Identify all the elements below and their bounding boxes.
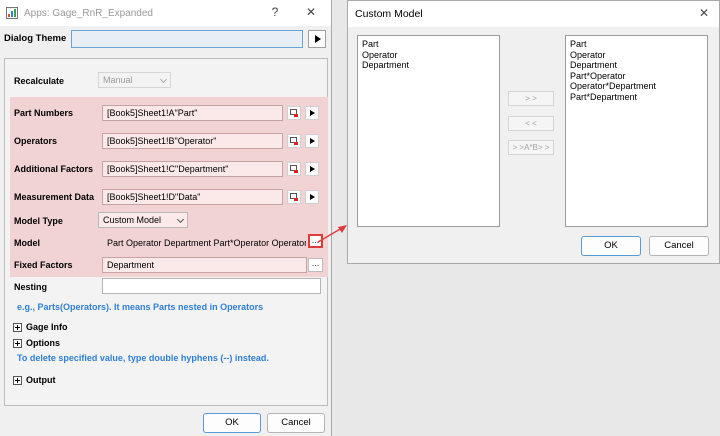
list-item[interactable]: Operator: [570, 50, 703, 61]
custom-model-dialog: Custom Model ✕ Part Operator Department …: [347, 0, 720, 264]
custom-model-ok-button[interactable]: OK: [581, 236, 641, 256]
left-dialog-title: Apps: Gage_RnR_Expanded: [24, 8, 153, 19]
list-item[interactable]: Part: [570, 39, 703, 50]
recalculate-label: Recalculate: [14, 76, 65, 86]
custom-model-cancel-button[interactable]: Cancel: [649, 236, 709, 256]
options-node[interactable]: Options: [13, 338, 60, 348]
remove-term-button[interactable]: < <: [508, 116, 554, 131]
recalculate-select: Manual: [98, 72, 171, 88]
add-interaction-button[interactable]: > >A*B> >: [508, 140, 554, 155]
fixed-factors-button[interactable]: ...: [308, 258, 323, 272]
measurement-data-label: Measurement Data: [14, 192, 95, 202]
dialog-theme-label: Dialog Theme: [4, 33, 67, 44]
measurement-data-input[interactable]: [Book5]Sheet1!D"Data": [102, 189, 283, 205]
part-numbers-label: Part Numbers: [14, 108, 74, 118]
chevron-down-icon: [159, 75, 168, 84]
app-icon: [6, 7, 18, 19]
fixed-factors-input[interactable]: Department: [102, 257, 307, 273]
cancel-button[interactable]: Cancel: [267, 413, 325, 433]
list-item[interactable]: Part: [362, 39, 495, 50]
expand-icon[interactable]: [13, 338, 22, 348]
list-item[interactable]: Part*Operator: [570, 71, 703, 82]
additional-factors-input[interactable]: [Book5]Sheet1!C"Department": [102, 161, 283, 177]
options-label: Options: [26, 338, 60, 348]
callout-arrow: [317, 225, 347, 243]
left-titlebar[interactable]: Apps: Gage_RnR_Expanded ? ✕: [0, 0, 331, 26]
measurement-data-menu-button[interactable]: [305, 190, 319, 204]
settings-panel: Recalculate Manual Part Numbers [Book5]S…: [4, 58, 328, 406]
model-type-value: Custom Model: [103, 215, 162, 225]
right-titlebar[interactable]: Custom Model ✕: [348, 1, 719, 27]
output-node[interactable]: Output: [13, 375, 56, 385]
select-range-icon[interactable]: [287, 162, 301, 176]
model-label: Model: [14, 238, 40, 248]
list-item[interactable]: Part*Department: [570, 92, 703, 103]
list-item[interactable]: Department: [362, 60, 495, 71]
select-range-icon[interactable]: [287, 134, 301, 148]
help-icon[interactable]: ?: [266, 5, 284, 19]
additional-factors-menu-button[interactable]: [305, 162, 319, 176]
expand-icon[interactable]: [13, 322, 22, 332]
chevron-down-icon: [176, 215, 185, 224]
nesting-input[interactable]: [102, 278, 321, 294]
right-dialog-title: Custom Model: [355, 8, 423, 20]
delete-hint: To delete specified value, type double h…: [17, 353, 269, 363]
gage-rnr-dialog: Apps: Gage_RnR_Expanded ? ✕ Dialog Theme…: [0, 0, 332, 436]
model-terms-list[interactable]: Part Operator Department Part*Operator O…: [565, 35, 708, 227]
operators-input[interactable]: [Book5]Sheet1!B"Operator": [102, 133, 283, 149]
close-icon[interactable]: ✕: [695, 6, 713, 20]
list-item[interactable]: Operator*Department: [570, 81, 703, 92]
ok-button[interactable]: OK: [203, 413, 261, 433]
model-type-label: Model Type: [14, 216, 63, 226]
part-numbers-menu-button[interactable]: [305, 106, 319, 120]
recalculate-value: Manual: [103, 75, 133, 85]
dialog-theme-menu-button[interactable]: [308, 30, 326, 48]
add-term-button[interactable]: > >: [508, 91, 554, 106]
gage-info-node[interactable]: Gage Info: [13, 322, 68, 332]
list-item[interactable]: Department: [570, 60, 703, 71]
fixed-factors-label: Fixed Factors: [14, 260, 73, 270]
available-factors-list[interactable]: Part Operator Department: [357, 35, 500, 227]
nesting-hint: e.g., Parts(Operators). It means Parts n…: [17, 302, 264, 312]
operators-label: Operators: [14, 136, 58, 146]
part-numbers-input[interactable]: [Book5]Sheet1!A"Part": [102, 105, 283, 121]
nesting-label: Nesting: [14, 282, 48, 292]
operators-menu-button[interactable]: [305, 134, 319, 148]
close-icon[interactable]: ✕: [302, 5, 320, 19]
model-input[interactable]: Part Operator Department Part*Operator O…: [102, 235, 307, 251]
gage-info-label: Gage Info: [26, 322, 68, 332]
dialog-theme-input[interactable]: [71, 30, 303, 48]
select-range-icon[interactable]: [287, 190, 301, 204]
expand-icon[interactable]: [13, 375, 22, 385]
list-item[interactable]: Operator: [362, 50, 495, 61]
model-type-select[interactable]: Custom Model: [98, 212, 188, 228]
additional-factors-label: Additional Factors: [14, 164, 94, 174]
output-label: Output: [26, 375, 56, 385]
select-range-icon[interactable]: [287, 106, 301, 120]
